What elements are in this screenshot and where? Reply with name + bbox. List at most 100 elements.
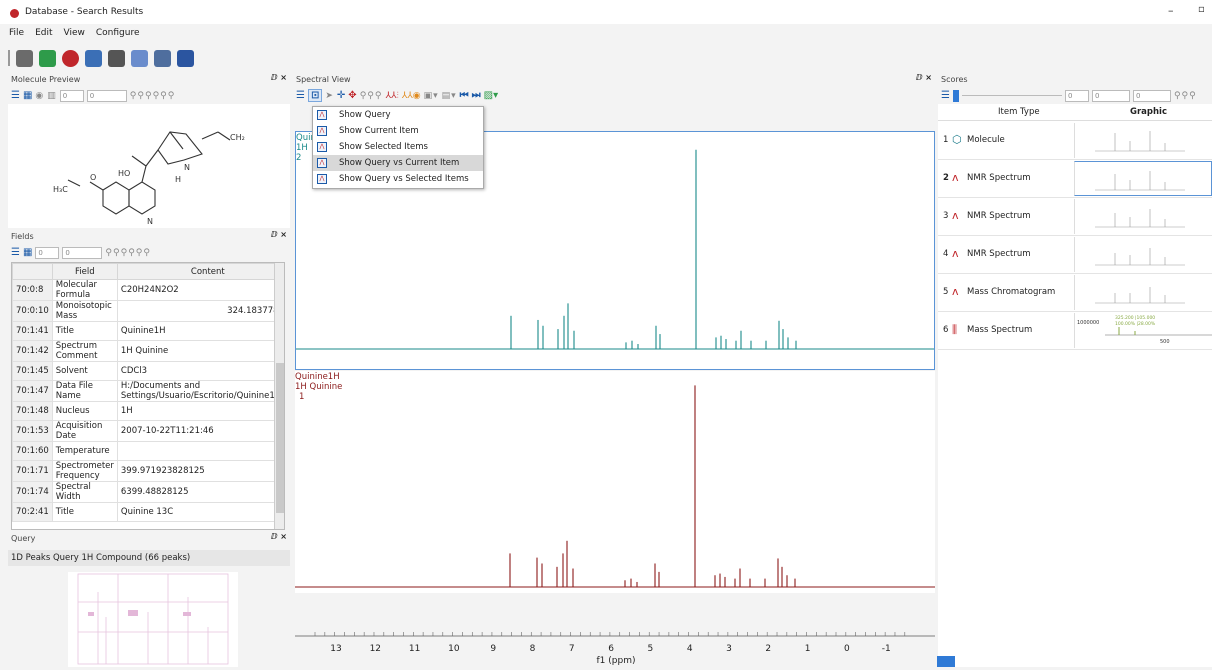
score-row[interactable]: 1 ⬡ Molecule [938,122,1212,160]
item-graphic[interactable] [1074,237,1212,272]
row-id: 70:1:41 [12,321,53,341]
spin-input[interactable]: 0 [1132,89,1171,102]
spectrum-bottom-labels: Quinine1H 1H Quinine 1 [295,372,343,402]
table-row[interactable]: 70:1:53 Acquisition Date 2007-10-22T11:21:… [12,420,284,442]
view-icon[interactable]: ▣▾ [424,91,439,101]
barcode-icon[interactable]: ▥ [47,91,57,101]
score-row[interactable]: 4 ʌ NMR Spectrum [938,236,1212,274]
table-row[interactable]: 70:1:48 Nucleus 1H [12,401,284,421]
score-row[interactable]: 6 ⫼ Mass Spectrum 1000000 325.200 |105.000 10… [938,312,1212,350]
maximize-button[interactable]: ▫ [1198,4,1205,15]
integrate-icon[interactable]: ⅄⅄⫶ [385,91,398,101]
image-icon[interactable]: ▨▾ [484,90,498,101]
menu-icon[interactable]: ☰ [941,90,950,101]
item-thumbnail [1095,287,1185,304]
column-header[interactable]: Field [51,263,118,280]
spin-input[interactable]: 0 [62,246,103,259]
spectrum-bottom-view[interactable]: Quinine1H 1H Quinine 1 [295,371,935,593]
item-graphic[interactable] [1074,161,1212,196]
dropdown-item-show-current[interactable]: ⋀ Show Current Item [313,123,483,139]
table-row[interactable]: 70:1:42 Spectrum Comment 1H Quinine [12,340,284,362]
row-id: 70:0:10 [12,300,53,322]
svg-text:500: 500 [1160,339,1170,345]
spin-input[interactable]: 0 [1091,89,1130,102]
fields-scrollbar[interactable] [274,263,284,529]
dropdown-item-show-selected[interactable]: ⋀ Show Selected Items [313,139,483,155]
fields-panel-close-icon[interactable]: ⅅ × [271,230,287,239]
main-toolbar [8,47,308,69]
score-row[interactable]: 2 ʌ NMR Spectrum [938,160,1212,198]
crosshair-icon[interactable]: ✛ [337,90,345,101]
field-name: Molecular Formula [51,279,118,301]
column-header[interactable]: Content [116,263,284,280]
peak-pick-icon[interactable]: ✥ [348,90,356,101]
query-panel-close-icon[interactable]: ⅅ × [271,532,287,541]
pointer-icon[interactable]: ➤ [325,91,334,101]
fields-panel-title: Fields [11,232,34,241]
menu-icon[interactable]: ☰ [296,90,305,101]
item-graphic[interactable] [1074,123,1212,158]
tick-label: 3 [726,644,732,654]
table-row[interactable]: 70:0:8 Molecular Formula C20H24N2O2 [12,279,284,301]
zoom-icons: ⚲⚲⚲⚲⚲⚲ [129,90,176,101]
query-description[interactable]: 1D Peaks Query 1H Compound (66 peaks) [8,550,290,566]
row-id: 70:0:8 [12,279,53,301]
score-slider-track[interactable] [961,95,1062,96]
table-row[interactable]: 70:1:74 Spectral Width 6399.48828125 [12,481,284,503]
menu-view[interactable]: View [64,28,85,38]
menu-icon[interactable]: ☰ [11,247,20,258]
dropdown-item-query-vs-current[interactable]: ⋀ Show Query vs Current Item [313,155,483,171]
new-database-icon[interactable] [39,49,56,67]
score-row[interactable]: 5 ʌ Mass Chromatogram [938,274,1212,312]
spin-input[interactable]: 0 [1064,89,1089,102]
menu-edit[interactable]: Edit [35,28,52,38]
table-row[interactable]: 70:1:47 Data File Name H:/Documents and Se… [12,380,284,402]
table-icon[interactable] [131,49,148,67]
score-row[interactable]: 3 ʌ NMR Spectrum [938,198,1212,236]
column-header[interactable]: Graphic [1130,107,1167,117]
last-icon[interactable]: ⏭ [472,90,481,101]
row-id: 70:1:45 [12,361,53,381]
menu-file[interactable]: File [9,28,24,38]
score-number: 2 [943,173,949,183]
spin-input[interactable]: 0 [86,89,127,102]
table-row[interactable]: 70:1:71 Spectrometer Frequency 399.9719238… [12,460,284,482]
binoculars-icon[interactable] [16,49,33,67]
scores-scroll-indicator[interactable] [937,656,955,667]
item-graphic[interactable] [1074,275,1212,310]
link-icon[interactable] [62,49,79,67]
table-row[interactable]: 70:1:41 Title Quinine1H [12,321,284,341]
tools-icon[interactable] [154,49,171,67]
item-graphic[interactable] [1074,199,1212,234]
score-slider-handle[interactable] [952,89,959,102]
spin-input[interactable]: 0 [59,89,84,102]
row-id: 70:1:42 [12,340,53,362]
eye-icon[interactable]: ◉ [35,91,44,101]
stack-mode-icon[interactable]: ⊡ [307,89,323,102]
scroll-thumb[interactable] [276,363,284,513]
table-row[interactable]: 70:2:41 Title Quinine 13C [12,502,284,522]
first-icon[interactable]: ⏮ [460,90,469,101]
item-graphic[interactable]: 1000000 325.200 |105.000 100.00% |28.00% 50… [1074,313,1212,348]
field-content: Quinine1H [116,321,284,341]
dropdown-item-query-vs-selected[interactable]: ⋀ Show Query vs Selected Items [313,171,483,187]
x-axis: 13 12 11 10 9 8 7 6 5 4 3 2 1 0 -1 f1 (ppm) [295,628,935,667]
table-row[interactable]: 70:1:45 Solvent CDCl3 [12,361,284,381]
grid-icon[interactable]: ▦ [23,90,32,101]
multiplet-icon[interactable]: ⅄⅄◉ [402,91,421,101]
table-row[interactable]: 70:1:60Temperature25.0 [12,441,284,461]
grid-icon[interactable]: ▦ [23,247,32,258]
table-row[interactable]: 70:0:10Monoisotopic Mass324.183778025 [12,300,284,322]
database-icon[interactable] [85,49,102,67]
spin-input[interactable]: 0 [35,246,60,259]
export-icon[interactable] [177,49,194,67]
dropdown-item-show-query[interactable]: ⋀ Show Query [313,107,483,123]
layout-icon[interactable]: ▤▾ [442,91,457,101]
spectral-panel-close-icon[interactable]: ⅅ × [916,73,932,82]
gear-icon[interactable] [108,49,125,67]
molecule-panel-close-icon[interactable]: ⅅ × [271,73,287,82]
minimize-button[interactable]: – [1168,4,1174,17]
column-header[interactable]: Item Type [998,107,1040,117]
menu-icon[interactable]: ☰ [11,90,20,101]
menu-configure[interactable]: Configure [96,28,140,38]
